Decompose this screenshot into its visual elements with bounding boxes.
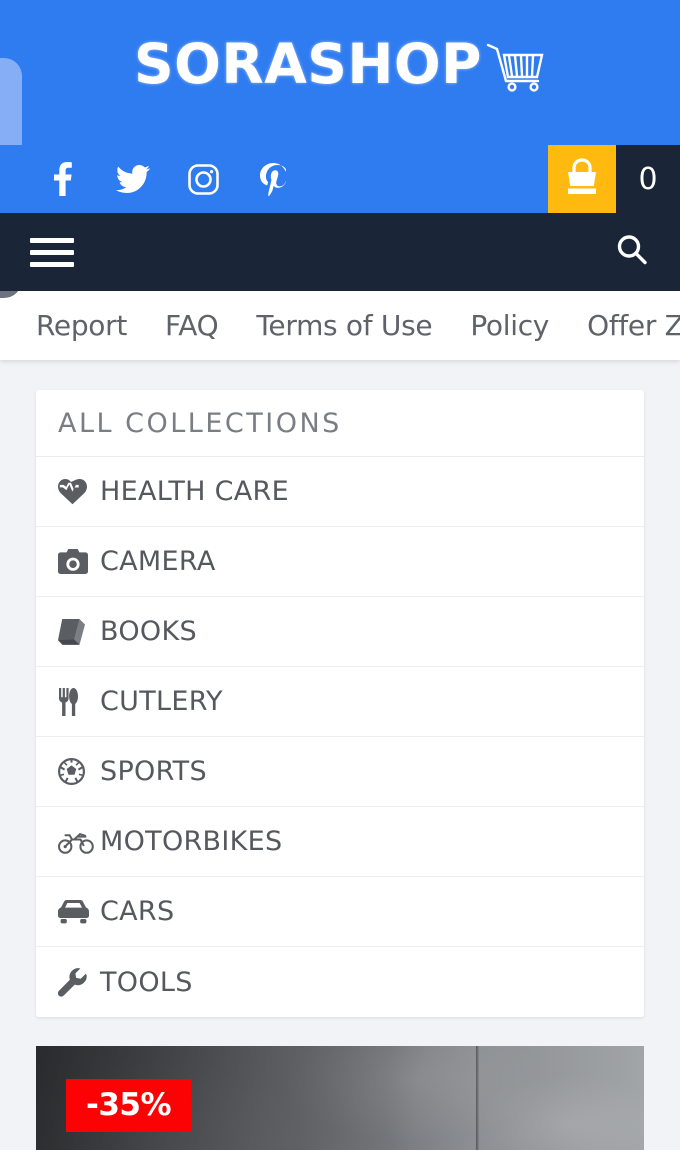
motorcycle-icon — [58, 830, 100, 854]
nav-item-policy[interactable]: Policy — [470, 309, 549, 342]
collection-label: CAMERA — [100, 546, 216, 577]
cart-group: 0 — [548, 145, 680, 213]
collection-item-motorbikes[interactable]: MOTORBIKES — [36, 807, 644, 877]
pinterest-link[interactable] — [238, 145, 308, 213]
discount-badge: -35% — [66, 1079, 192, 1132]
book-icon — [58, 618, 100, 645]
brand-header: SORASHOP — [0, 0, 680, 145]
nav-item-report[interactable]: Report — [36, 309, 127, 342]
collection-item-books[interactable]: BOOKS — [36, 597, 644, 667]
site-logo[interactable]: SORASHOP — [134, 37, 546, 100]
facebook-link[interactable] — [28, 145, 98, 213]
nav-item-faq[interactable]: FAQ — [165, 309, 219, 342]
camera-icon — [58, 549, 100, 574]
collections-title: ALL COLLECTIONS — [58, 407, 342, 439]
cart-button[interactable] — [548, 145, 616, 213]
hamburger-menu-icon[interactable] — [30, 234, 74, 270]
facebook-icon — [54, 162, 72, 196]
logo-text: SORASHOP — [134, 32, 482, 96]
hamburger-line — [30, 249, 74, 255]
social-bar: 0 — [0, 145, 680, 213]
utensils-icon — [58, 687, 100, 716]
collection-label: CARS — [100, 896, 175, 927]
collection-label: HEALTH CARE — [100, 476, 289, 507]
car-icon — [58, 899, 100, 924]
collection-label: SPORTS — [100, 756, 207, 787]
all-collections-panel: ALL COLLECTIONS HEALTH CARE CAMERA BOOKS… — [36, 390, 644, 1017]
twitter-icon — [116, 165, 150, 193]
collection-item-camera[interactable]: CAMERA — [36, 527, 644, 597]
promo-seam — [476, 1046, 479, 1150]
pinterest-icon — [260, 162, 286, 196]
heartbeat-icon — [58, 478, 100, 505]
collection-label: TOOLS — [100, 966, 193, 998]
collection-label: BOOKS — [100, 616, 197, 647]
collection-label: MOTORBIKES — [100, 826, 283, 857]
collection-item-cutlery[interactable]: CUTLERY — [36, 667, 644, 737]
twitter-link[interactable] — [98, 145, 168, 213]
shopping-bag-icon — [564, 157, 600, 201]
mobile-toolbar — [0, 213, 680, 291]
secondary-nav: Report FAQ Terms of Use Policy Offer Zon… — [0, 291, 680, 360]
nav-item-offer-zone[interactable]: Offer Zone — [587, 309, 680, 342]
soccer-ball-icon — [58, 758, 100, 785]
collection-item-tools[interactable]: TOOLS — [36, 947, 644, 1017]
instagram-link[interactable] — [168, 145, 238, 213]
instagram-icon — [187, 163, 219, 195]
nav-item-terms[interactable]: Terms of Use — [256, 309, 432, 342]
collection-item-cars[interactable]: CARS — [36, 877, 644, 947]
cart-count-box: 0 — [616, 145, 680, 213]
hamburger-line — [30, 237, 74, 243]
cart-count: 0 — [638, 161, 658, 197]
shopping-cart-icon — [484, 39, 546, 100]
collection-item-health-care[interactable]: HEALTH CARE — [36, 457, 644, 527]
search-icon — [614, 232, 650, 273]
collections-header: ALL COLLECTIONS — [36, 390, 644, 457]
main-content: ALL COLLECTIONS HEALTH CARE CAMERA BOOKS… — [0, 360, 680, 1150]
collection-item-sports[interactable]: SPORTS — [36, 737, 644, 807]
hamburger-line — [30, 261, 74, 267]
search-button[interactable] — [612, 232, 652, 272]
promo-banner[interactable]: -35% — [36, 1046, 644, 1150]
social-links — [0, 145, 308, 213]
wrench-icon — [58, 967, 100, 997]
collection-label: CUTLERY — [100, 686, 223, 717]
page-root: SORASHOP 0 Report FAQ Terms of Use Polic… — [0, 0, 680, 1150]
